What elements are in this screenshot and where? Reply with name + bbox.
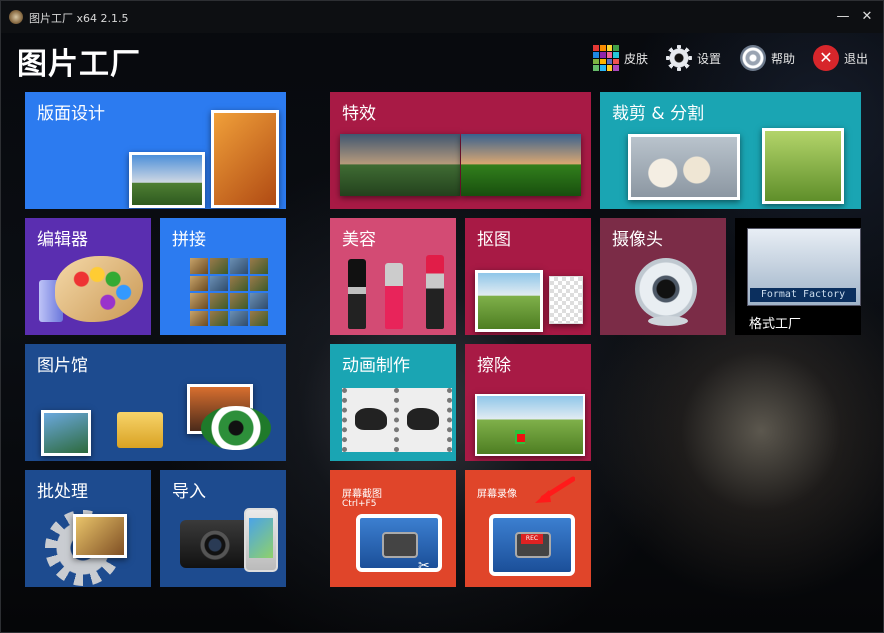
screenshot-shortcut: Ctrl+F5 bbox=[342, 499, 377, 509]
tile-camera[interactable]: 摄像头 bbox=[600, 218, 726, 335]
erase-target-icon bbox=[517, 434, 525, 442]
layout-photo-icon bbox=[129, 152, 205, 208]
erase-deer-photo-icon bbox=[475, 394, 585, 456]
batch-photo-stack-icon bbox=[73, 514, 127, 558]
format-factory-brand: Format Factory bbox=[750, 288, 856, 302]
tile-editor[interactable]: 编辑器 bbox=[25, 218, 151, 335]
settings-button[interactable]: 设置 bbox=[666, 43, 721, 73]
tile-screenshot[interactable]: 屏幕截图 Ctrl+F5 ✂ bbox=[330, 470, 456, 587]
tile-label: 屏幕录像 bbox=[477, 489, 517, 500]
crop-dogs-photo-icon bbox=[628, 134, 740, 200]
tile-label: 裁剪 & 分割 bbox=[612, 104, 705, 124]
webcam-base-icon bbox=[648, 316, 688, 326]
window-title: 图片工厂 x64 2.1.5 bbox=[29, 12, 129, 25]
exit-button[interactable]: ✕ 退出 bbox=[813, 43, 868, 73]
tile-layout-design[interactable]: 版面设计 bbox=[25, 92, 286, 209]
makeup-brush-icon bbox=[348, 259, 366, 329]
tile-label: 抠图 bbox=[477, 230, 511, 250]
tile-label: 版面设计 bbox=[37, 104, 105, 124]
minimize-button[interactable]: — bbox=[833, 7, 853, 27]
help-button[interactable]: 帮助 bbox=[740, 43, 795, 73]
cutout-source-photo-icon bbox=[475, 270, 543, 332]
tile-label: 格式工厂 bbox=[749, 317, 802, 332]
tile-label: 屏幕截图 bbox=[342, 489, 382, 500]
tile-effects[interactable]: 特效 bbox=[330, 92, 591, 209]
tile-label: 图片馆 bbox=[37, 356, 88, 376]
tile-format-factory[interactable]: Format Factory 格式工厂 bbox=[735, 218, 861, 335]
tile-import[interactable]: 导入 bbox=[160, 470, 286, 587]
rec-badge: REC bbox=[521, 534, 543, 544]
red-arrow-annotation-icon bbox=[535, 476, 575, 503]
gear-icon bbox=[666, 45, 692, 71]
layout-collage-icon bbox=[211, 110, 279, 208]
tile-stitch[interactable]: 拼接 bbox=[160, 218, 286, 335]
folder-icon bbox=[117, 412, 163, 448]
dslr-camera-icon bbox=[180, 520, 250, 568]
gallery-camera-photo-icon bbox=[41, 410, 91, 456]
eye-icon bbox=[201, 406, 271, 450]
nail-polish-icon bbox=[385, 263, 403, 329]
help-label: 帮助 bbox=[771, 51, 796, 66]
tile-crop-split[interactable]: 裁剪 & 分割 bbox=[600, 92, 861, 209]
skin-button[interactable]: 皮肤 bbox=[593, 43, 648, 73]
scissors-icon: ✂ bbox=[418, 558, 430, 574]
tile-erase[interactable]: 擦除 bbox=[465, 344, 591, 461]
title-bar: 图片工厂 x64 2.1.5 — ✕ bbox=[1, 1, 883, 33]
smartphone-icon bbox=[244, 508, 278, 572]
app-title: 图片工厂 bbox=[17, 47, 141, 82]
tile-label: 拼接 bbox=[172, 230, 206, 250]
app-icon bbox=[9, 10, 23, 24]
tile-screen-record[interactable]: 屏幕录像 REC bbox=[465, 470, 591, 587]
transparent-cutout-icon bbox=[549, 276, 583, 324]
effects-before-photo-icon bbox=[340, 134, 460, 196]
tile-label: 摄像头 bbox=[612, 230, 663, 250]
tile-label: 批处理 bbox=[37, 482, 88, 502]
webcam-icon bbox=[635, 258, 697, 320]
tile-label: 擦除 bbox=[477, 356, 511, 376]
tile-label: 美容 bbox=[342, 230, 376, 250]
film-strip-icon bbox=[342, 388, 400, 452]
tile-gallery[interactable]: 图片馆 bbox=[25, 344, 286, 461]
settings-label: 设置 bbox=[697, 51, 722, 66]
lipstick-icon bbox=[426, 255, 444, 329]
split-grid-photo-icon bbox=[762, 128, 844, 204]
close-circle-icon: ✕ bbox=[813, 45, 839, 71]
tile-label: 编辑器 bbox=[37, 230, 88, 250]
effects-after-photo-icon bbox=[461, 134, 581, 196]
tile-beauty[interactable]: 美容 bbox=[330, 218, 456, 335]
tile-label: 动画制作 bbox=[342, 356, 410, 376]
exit-label: 退出 bbox=[844, 51, 869, 66]
tile-label: 导入 bbox=[172, 482, 206, 502]
skin-palette-icon bbox=[593, 45, 619, 71]
format-factory-logo-icon: Format Factory bbox=[747, 228, 861, 306]
tile-label: 特效 bbox=[342, 104, 376, 124]
close-window-button[interactable]: ✕ bbox=[857, 7, 877, 27]
help-gear-icon bbox=[740, 45, 766, 71]
app-window: 图片工厂 x64 2.1.5 — ✕ 图片工厂 皮肤 设置 帮助 ✕ 退出 版面… bbox=[0, 0, 884, 633]
skin-label: 皮肤 bbox=[624, 51, 649, 66]
film-strip-icon-2 bbox=[394, 388, 452, 452]
tile-cutout[interactable]: 抠图 bbox=[465, 218, 591, 335]
video-camera-icon bbox=[489, 514, 575, 576]
photo-mosaic-icon bbox=[190, 258, 268, 326]
tile-batch[interactable]: 批处理 bbox=[25, 470, 151, 587]
tile-animation[interactable]: 动画制作 bbox=[330, 344, 456, 461]
paint-palette-icon bbox=[55, 256, 143, 322]
